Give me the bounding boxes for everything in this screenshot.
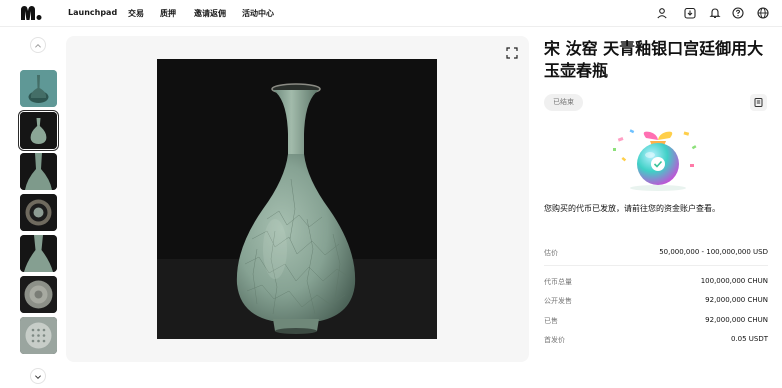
thumbnail-5-image	[20, 235, 57, 272]
thumbnail-7-image	[20, 317, 57, 354]
thumbnail-5[interactable]	[20, 235, 57, 272]
sold-value: 92,000,000 CHUN	[705, 316, 768, 324]
total-supply-value: 100,000,000 CHUN	[700, 277, 768, 285]
nav-trade[interactable]: 交易	[128, 8, 144, 19]
globe-icon[interactable]	[757, 7, 769, 19]
thumbnail-3-image	[20, 153, 57, 190]
thumb-scroll-up-button[interactable]	[30, 37, 46, 53]
user-icon[interactable]	[656, 7, 668, 19]
thumbnail-3[interactable]	[20, 153, 57, 190]
help-icon[interactable]	[732, 7, 744, 19]
download-icon[interactable]	[684, 7, 696, 19]
document-icon	[754, 98, 763, 107]
main-product-image	[157, 59, 437, 339]
success-gift-illustration	[613, 129, 697, 191]
top-navbar: Launchpad 交易 质押 邀请返佣 活动中心	[0, 0, 782, 27]
initial-price-value: 0.05 USDT	[730, 335, 768, 343]
vase-image	[157, 59, 437, 339]
logo-icon[interactable]	[20, 5, 42, 21]
thumbnail-6-image	[20, 276, 57, 313]
total-supply-label: 代币总量	[544, 278, 572, 286]
bell-icon[interactable]	[709, 7, 721, 19]
thumbnail-4-image	[20, 194, 57, 231]
initial-price-label: 首发价	[544, 336, 565, 344]
nav-staking[interactable]: 质押	[160, 8, 176, 19]
distribution-notice: 您购买的代币已发放，请前往您的资金账户查看。	[544, 204, 720, 213]
estimate-label: 估价	[544, 249, 558, 257]
nav-events[interactable]: 活动中心	[242, 8, 274, 19]
chevron-up-icon	[35, 44, 41, 48]
public-sale-label: 公开发售	[544, 297, 572, 305]
status-badge: 已结束	[544, 94, 583, 111]
chevron-down-icon	[35, 375, 41, 379]
thumbnail-6[interactable]	[20, 276, 57, 313]
sold-label: 已售	[544, 317, 558, 325]
divider	[544, 265, 768, 266]
nav-referral[interactable]: 邀请返佣	[194, 8, 226, 19]
estimate-value: 50,000,000 - 100,000,000 USD	[659, 248, 768, 256]
public-sale-value: 92,000,000 CHUN	[705, 296, 768, 304]
thumbnail-4[interactable]	[20, 194, 57, 231]
expand-icon[interactable]	[506, 47, 518, 59]
product-title: 宋 汝窑 天青釉银口宫廷御用大玉壶春瓶	[544, 39, 764, 80]
thumbnail-7[interactable]	[20, 317, 57, 354]
nav-launchpad[interactable]: Launchpad	[68, 8, 117, 17]
thumb-scroll-down-button[interactable]	[30, 368, 46, 384]
thumbnail-1-image	[20, 70, 57, 107]
thumbnail-2-image	[20, 112, 57, 149]
document-button[interactable]	[750, 94, 767, 111]
thumbnail-1[interactable]	[20, 70, 57, 107]
thumbnail-2[interactable]	[18, 110, 59, 151]
